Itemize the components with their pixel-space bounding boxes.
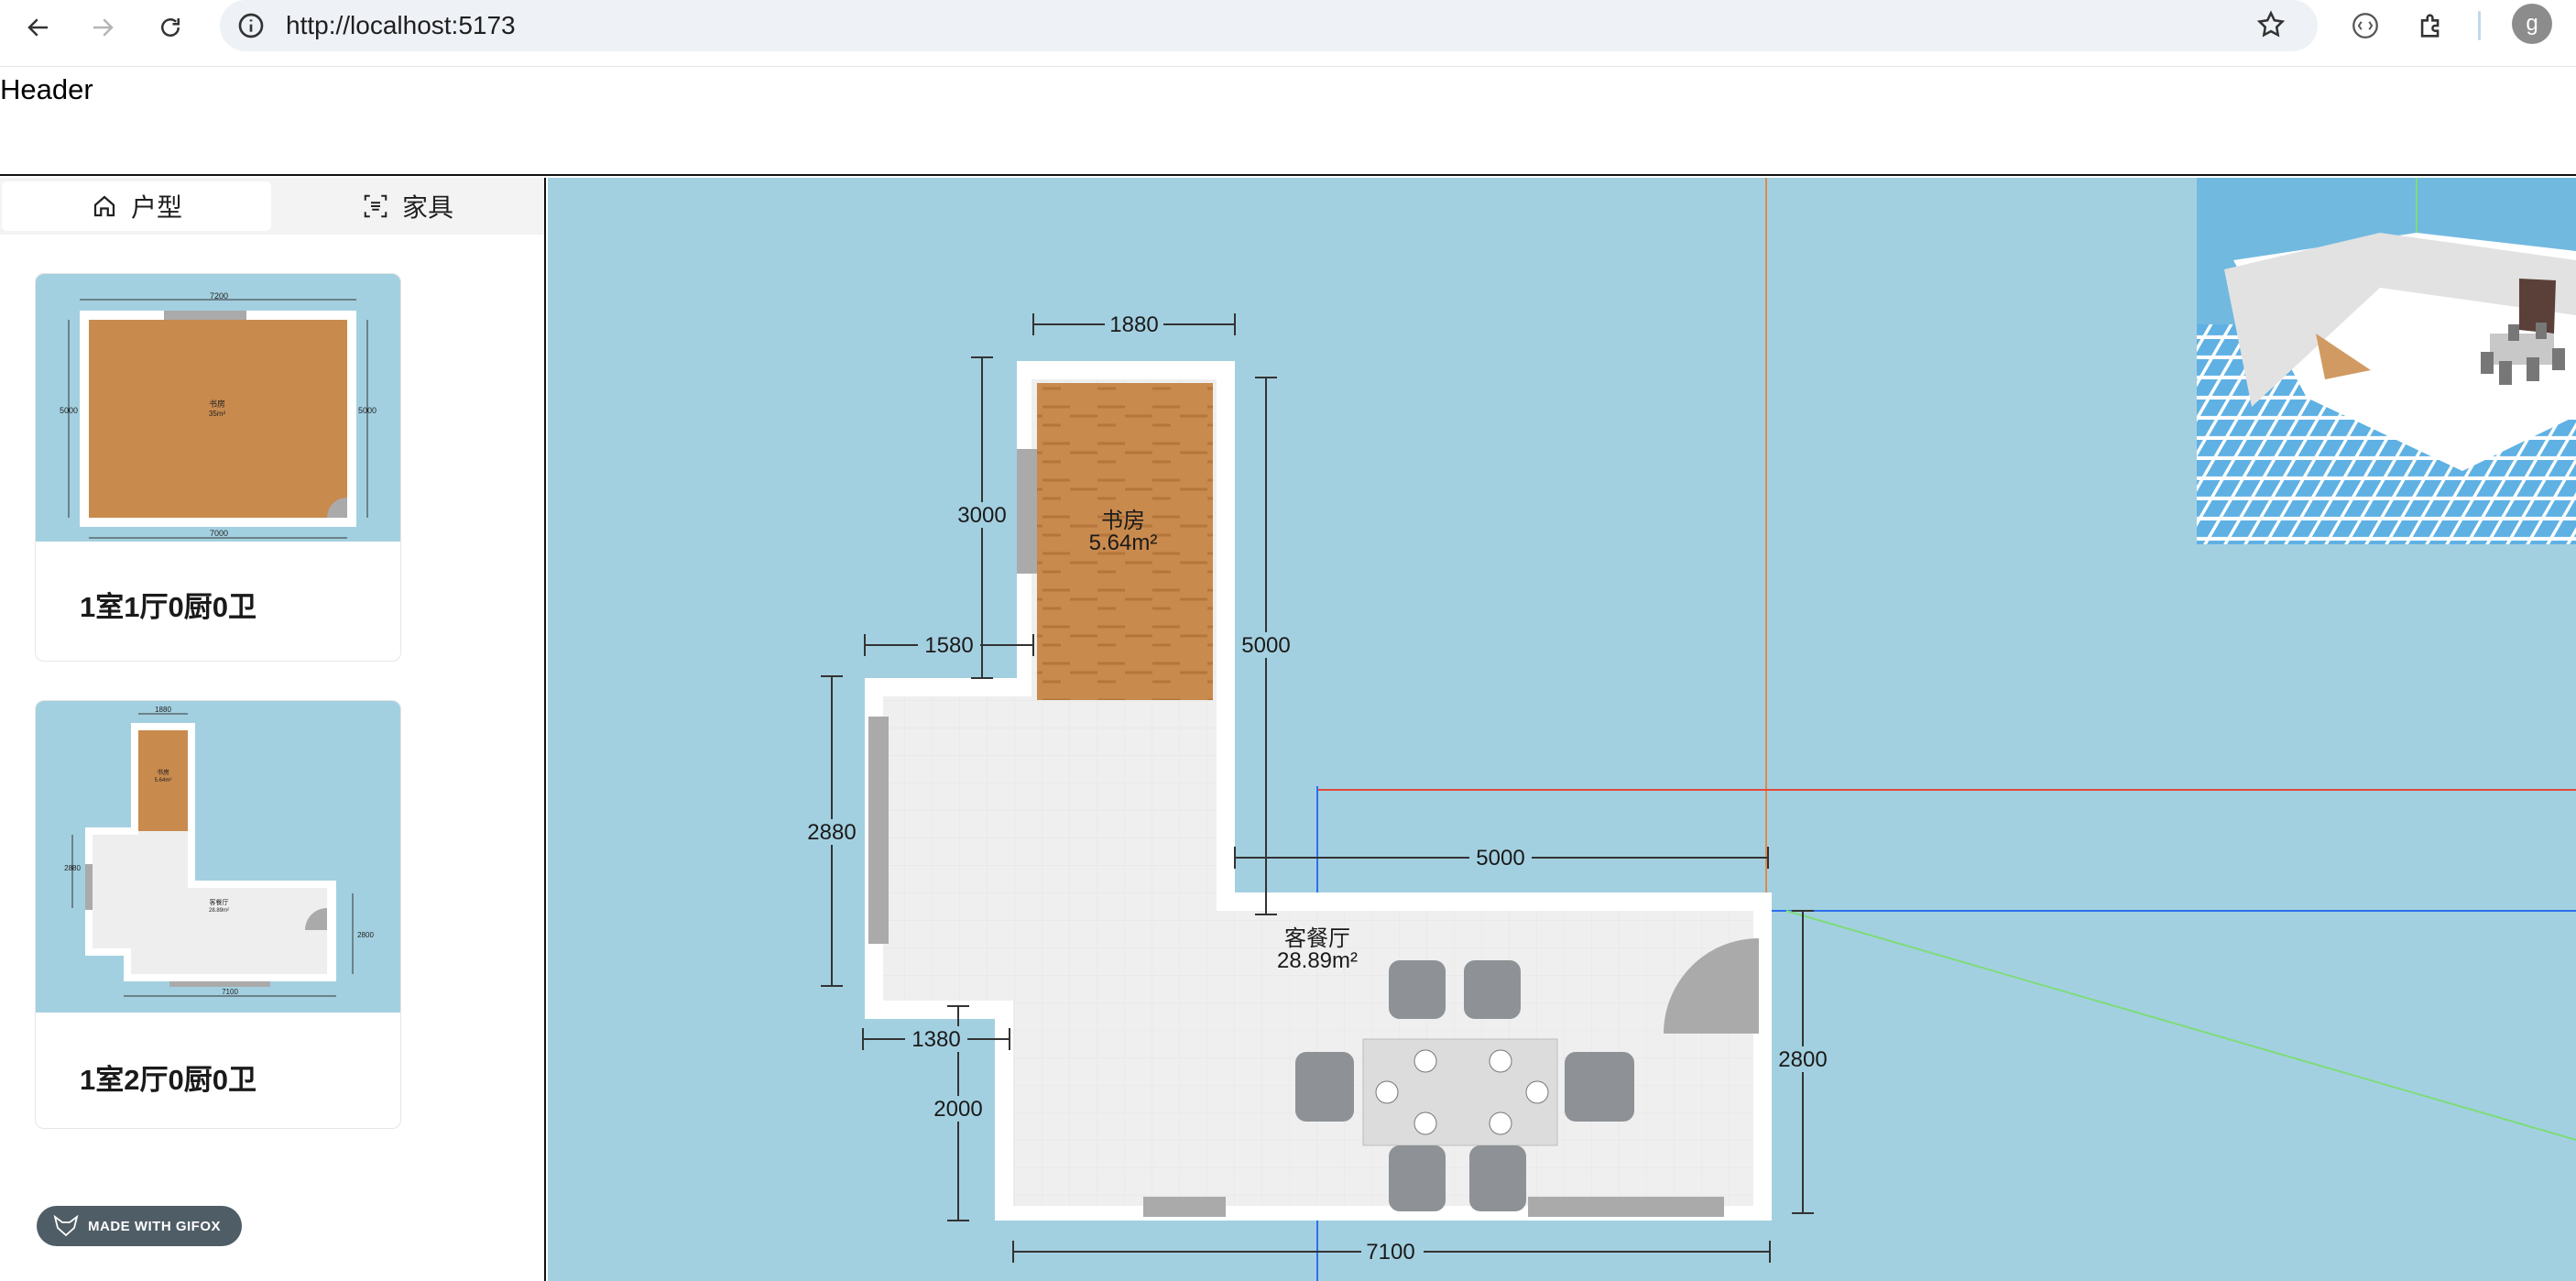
star-icon[interactable] <box>2255 9 2287 40</box>
chair-1 <box>1389 960 1446 1019</box>
scan-icon <box>364 194 387 218</box>
thumb1-dim-right: 5000 <box>358 406 377 415</box>
toolbar-divider <box>2478 11 2481 40</box>
card-title-1: 1室1厅0厨0卫 <box>80 591 257 623</box>
axis-line-green <box>1785 910 2576 1141</box>
thumb1-area: 35m² <box>209 410 226 418</box>
browser-toolbar: http://localhost:5173 g <box>0 0 2576 67</box>
chair-5 <box>1295 1052 1354 1122</box>
room-area-living: 28.89m² <box>1277 948 1358 973</box>
dim-5000-horizontal: 5000 <box>1476 846 1524 870</box>
card-title-2: 1室2厅0厨0卫 <box>80 1064 257 1096</box>
arrow-left-icon <box>27 18 48 37</box>
address-bar[interactable]: http://localhost:5173 <box>220 0 2318 51</box>
chair-2 <box>1464 960 1521 1019</box>
dim-1880: 1880 <box>1109 312 1158 337</box>
sidebar: 户型 家具 7200 7000 5000 5000 书房 35m² 1室1厅0厨… <box>0 178 546 1281</box>
thumb2-room1: 书房 <box>157 768 169 776</box>
sidebar-tabs: 户型 家具 <box>0 178 544 235</box>
puzzle-icon[interactable] <box>2409 4 2453 48</box>
dim-2880: 2880 <box>807 820 856 845</box>
dim-5000-vertical: 5000 <box>1241 633 1290 658</box>
info-icon[interactable] <box>236 11 266 40</box>
profile-avatar[interactable]: g <box>2512 4 2552 44</box>
thumb1-dim-top: 7200 <box>210 291 228 301</box>
dim-1380: 1380 <box>911 1027 960 1052</box>
url-text[interactable]: http://localhost:5173 <box>286 11 516 40</box>
forward-button[interactable] <box>81 5 125 49</box>
tab-furniture-label: 家具 <box>401 193 453 222</box>
window-bottom-2 <box>1528 1197 1724 1217</box>
gifox-badge: MADE WITH GIFOX <box>37 1206 242 1246</box>
arrow-right-icon <box>93 18 114 37</box>
reload-icon <box>161 18 180 37</box>
thumb2-dim-bottom: 7100 <box>222 988 238 996</box>
floorplan-card-2[interactable]: 1880 7100 2880 2800 书房 5.64m² 客餐厅 28.89m… <box>35 700 401 1129</box>
extension-code-icon[interactable] <box>2343 4 2387 48</box>
tab-furniture[interactable]: 家具 <box>273 181 542 231</box>
floorplan-canvas[interactable]: 书房 5.64m² 客餐厅 28.89m² 1880 3000 5000 158… <box>548 178 2576 1281</box>
fox-icon <box>53 1215 79 1237</box>
chair-4 <box>1469 1145 1526 1211</box>
floorplan-thumbnail-1: 7200 7000 5000 5000 书房 35m² <box>36 274 400 542</box>
floorplan-thumbnail-2: 1880 7100 2880 2800 书房 5.64m² 客餐厅 28.89m… <box>36 701 400 1013</box>
thumb2-dim-right: 2800 <box>357 931 374 939</box>
room-label-study: 书房 <box>1101 509 1145 533</box>
dim-2800: 2800 <box>1778 1047 1827 1072</box>
thumb1-dim-bottom: 7000 <box>210 529 228 538</box>
thumb2-area1: 5.64m² <box>155 778 172 783</box>
thumb2-dim-top: 1880 <box>155 706 171 714</box>
page-header: Header <box>0 68 2576 176</box>
chair-6 <box>1565 1052 1634 1122</box>
reload-button[interactable] <box>148 5 192 49</box>
tab-floorplan-label: 户型 <box>130 193 182 222</box>
room-area-study: 5.64m² <box>1089 531 1158 555</box>
gifox-badge-text: MADE WITH GIFOX <box>88 1218 221 1234</box>
thumb2-area2: 28.89m² <box>209 908 229 914</box>
dim-2000: 2000 <box>933 1097 982 1122</box>
dim-7100: 7100 <box>1366 1240 1414 1265</box>
dim-3000: 3000 <box>957 503 1006 528</box>
chair-3 <box>1389 1145 1446 1211</box>
3d-preview[interactable] <box>2197 178 2576 544</box>
tab-floorplan[interactable]: 户型 <box>2 181 271 231</box>
window-study <box>1017 449 1037 574</box>
window-bottom-1 <box>1143 1197 1226 1217</box>
back-button[interactable] <box>16 5 60 49</box>
floorplan-card-1[interactable]: 7200 7000 5000 5000 书房 35m² 1室1厅0厨0卫 <box>35 273 401 662</box>
window-left <box>868 717 889 944</box>
thumb1-room: 书房 <box>209 399 225 409</box>
home-icon <box>93 195 115 217</box>
room-label-living: 客餐厅 <box>1284 926 1350 951</box>
thumb1-dim-left: 5000 <box>60 406 78 415</box>
dim-1580: 1580 <box>924 633 973 658</box>
thumb2-dim-left: 2880 <box>64 864 81 872</box>
thumb2-room2: 客餐厅 <box>210 898 229 906</box>
page-header-text: Header <box>0 73 93 105</box>
